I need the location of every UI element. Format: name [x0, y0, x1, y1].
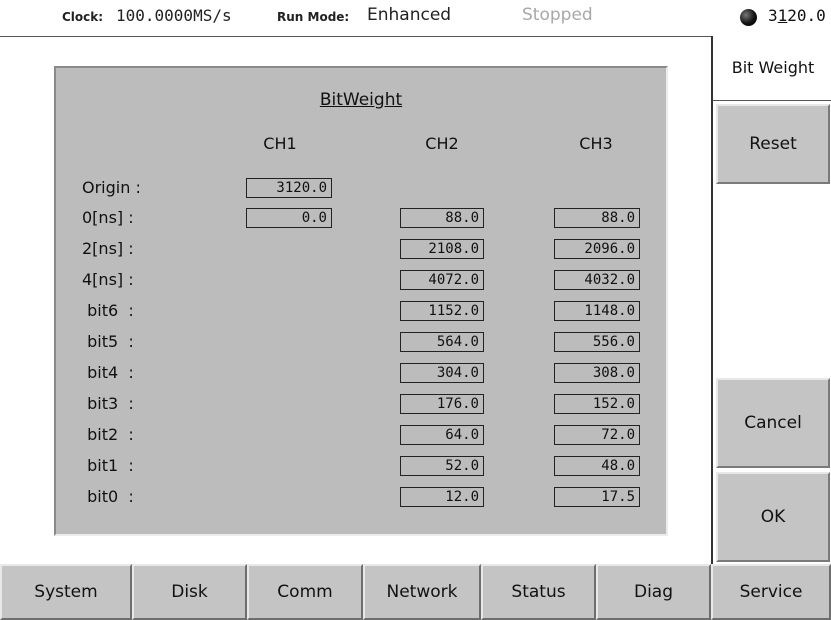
side-menu-title: Bit Weight — [713, 36, 831, 101]
readout-value: 3120.0 — [768, 6, 826, 25]
ch2-field[interactable]: 64.0 — [400, 425, 484, 445]
ch3-field[interactable]: 88.0 — [554, 208, 640, 228]
status-bar: Clock: 100.0000MS/s Run Mode: Enhanced S… — [0, 0, 831, 37]
bottom-menu-bar: System Disk Comm Network Status Diag Ser… — [0, 564, 831, 620]
ch1-field[interactable]: 0.0 — [246, 208, 332, 228]
ch2-field[interactable]: 12.0 — [400, 487, 484, 507]
tab-comm[interactable]: Comm — [247, 564, 363, 620]
row-label: 4[ns] : — [82, 270, 134, 289]
ch2-field[interactable]: 88.0 — [400, 208, 484, 228]
ch3-field[interactable]: 72.0 — [554, 425, 640, 445]
tab-disk[interactable]: Disk — [132, 564, 247, 620]
tab-status[interactable]: Status — [481, 564, 596, 620]
ok-button[interactable]: OK — [716, 472, 830, 562]
ch3-field[interactable]: 17.5 — [554, 487, 640, 507]
tab-diag[interactable]: Diag — [596, 564, 711, 620]
row-label: bit2 : — [82, 425, 134, 444]
run-state: Stopped — [522, 5, 593, 25]
row-label: bit3 : — [82, 394, 134, 413]
tab-network[interactable]: Network — [363, 564, 481, 620]
cancel-button[interactable]: Cancel — [716, 378, 830, 468]
ch2-field[interactable]: 304.0 — [400, 363, 484, 383]
tab-system[interactable]: System — [0, 564, 132, 620]
ch2-field[interactable]: 564.0 — [400, 332, 484, 352]
tab-service[interactable]: Service — [711, 564, 831, 620]
row-label: 0[ns] : — [82, 208, 134, 227]
panel-title: BitWeight — [319, 90, 403, 110]
bitweight-panel: BitWeight CH1 CH2 CH3 Origin : 3120.0 0[… — [54, 66, 668, 536]
clock-value: 100.0000MS/s — [116, 6, 232, 25]
status-led-icon — [740, 9, 757, 26]
ch3-field[interactable]: 4032.0 — [554, 270, 640, 290]
column-header-ch1: CH1 — [263, 134, 297, 153]
column-header-ch2: CH2 — [425, 134, 459, 153]
ch3-field[interactable]: 48.0 — [554, 456, 640, 476]
side-menu: Bit Weight Reset Cancel OK — [711, 36, 831, 564]
origin-field[interactable]: 3120.0 — [246, 178, 332, 198]
ch3-field[interactable]: 2096.0 — [554, 239, 640, 259]
run-mode-label: Run Mode: — [277, 10, 350, 24]
row-label: bit0 : — [82, 487, 134, 506]
ch2-field[interactable]: 52.0 — [400, 456, 484, 476]
ch2-field[interactable]: 1152.0 — [400, 301, 484, 321]
column-header-ch3: CH3 — [579, 134, 613, 153]
ch3-field[interactable]: 152.0 — [554, 394, 640, 414]
ch2-field[interactable]: 2108.0 — [400, 239, 484, 259]
origin-label: Origin : — [82, 178, 141, 197]
ch3-field[interactable]: 308.0 — [554, 363, 640, 383]
run-mode-value: Enhanced — [367, 5, 452, 25]
row-label: bit1 : — [82, 456, 134, 475]
row-label: bit4 : — [82, 363, 134, 382]
row-label: bit6 : — [82, 301, 134, 320]
ch2-field[interactable]: 176.0 — [400, 394, 484, 414]
ch3-field[interactable]: 1148.0 — [554, 301, 640, 321]
row-label: bit5 : — [82, 332, 134, 351]
row-label: 2[ns] : — [82, 239, 134, 258]
ch3-field[interactable]: 556.0 — [554, 332, 640, 352]
reset-button[interactable]: Reset — [716, 104, 830, 184]
clock-label: Clock: — [62, 10, 104, 24]
ch2-field[interactable]: 4072.0 — [400, 270, 484, 290]
